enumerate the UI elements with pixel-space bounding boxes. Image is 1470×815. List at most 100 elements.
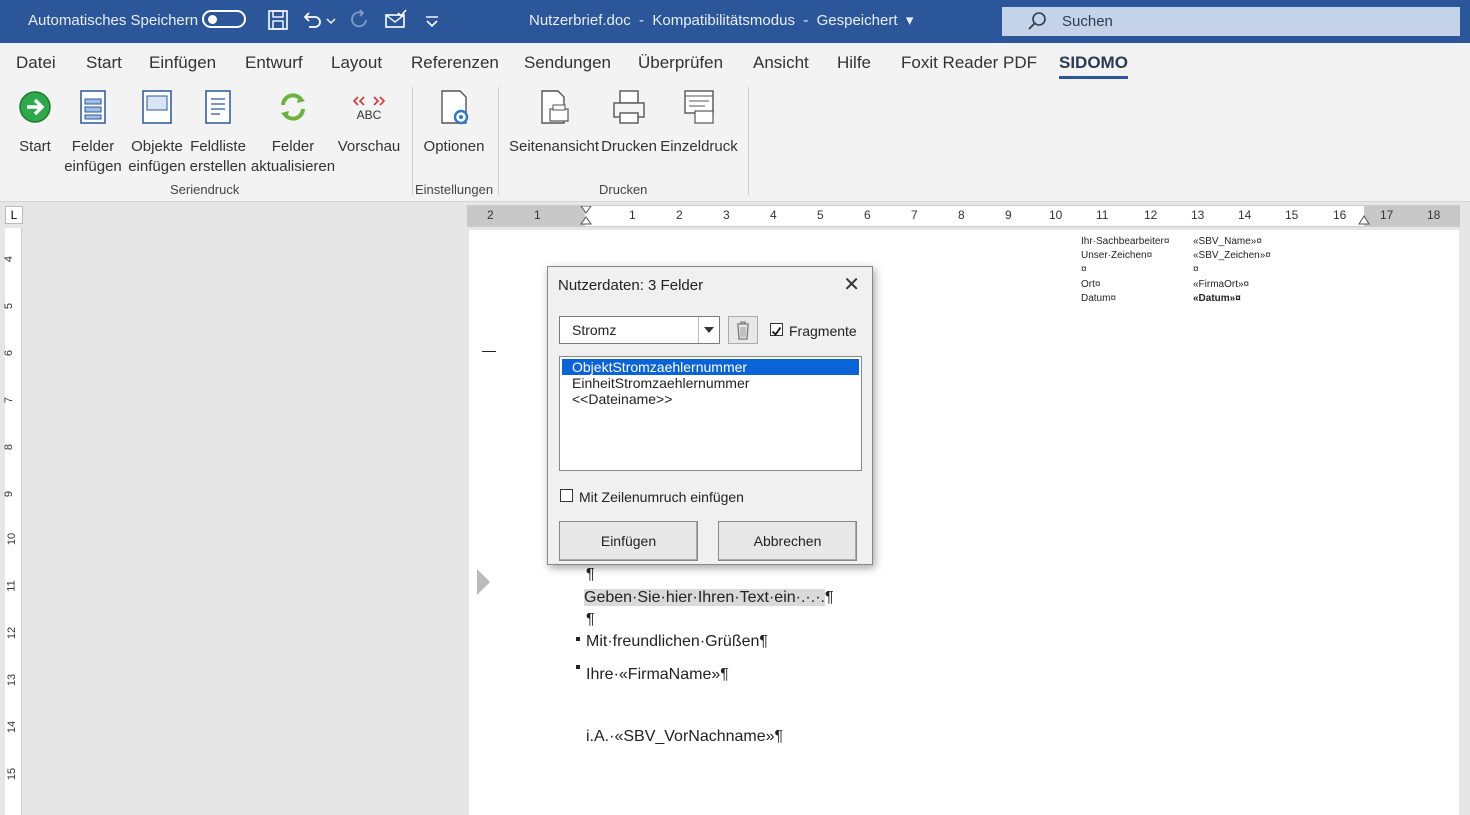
ruler-label: 16 (1333, 208, 1347, 222)
redo-icon[interactable] (348, 8, 372, 32)
header-key: Unser·Zeichen¤ (1081, 250, 1153, 261)
paragraph-mark[interactable]: ¶ (586, 611, 595, 629)
refresh-icon (281, 93, 305, 121)
text-placeholder[interactable]: Geben·Sie·hier·Ihren·Text·ein·.·.·. (584, 589, 825, 606)
felder-aktualisieren-button[interactable]: Felder aktualisieren (250, 87, 336, 177)
cancel-button[interactable]: Abbrechen (718, 521, 857, 561)
ruler-margin-right (1364, 206, 1460, 226)
ruler-label: 9 (1005, 208, 1012, 222)
group-label-drucken: Drucken (599, 182, 648, 197)
right-indent-marker-icon[interactable] (1357, 212, 1371, 226)
tab-selector[interactable]: L (5, 206, 23, 224)
field-list[interactable]: ObjektStromzaehlernummer EinheitStromzae… (559, 356, 862, 471)
list-item[interactable]: EinheitStromzaehlernummer (562, 375, 859, 391)
header-key: Ihr·Sachbearbeiter¤ (1081, 236, 1170, 247)
vorschau-button[interactable]: ABC Vorschau (336, 87, 402, 157)
nutzerdaten-dialog: Nutzerdaten: 3 Felder ✕ Stromz Fragmente… (547, 266, 873, 565)
vertical-ruler[interactable]: 4 5 6 7 8 9 10 11 12 13 14 15 (3, 228, 22, 815)
ruler-label: 8 (958, 208, 965, 222)
close-icon[interactable]: ✕ (843, 275, 860, 295)
save-icon[interactable] (266, 8, 290, 32)
ruler-label: 15 (1285, 208, 1299, 222)
fold-mark (482, 351, 496, 352)
svg-text:ABC: ABC (357, 108, 382, 122)
objekte-einfuegen-button[interactable]: Objekte einfügen (126, 87, 188, 177)
tab-sendungen[interactable]: Sendungen (524, 53, 611, 73)
ruler-label: 15 (6, 767, 19, 781)
insert-fields-icon (80, 90, 106, 124)
ruler-label: 4 (770, 208, 777, 222)
header-key: Datum¤ (1081, 293, 1117, 304)
tab-start[interactable]: Start (86, 53, 122, 73)
tab-hilfe[interactable]: Hilfe (837, 53, 871, 73)
tab-sidomo[interactable]: SIDOMO (1059, 53, 1128, 79)
search-icon (1028, 12, 1046, 30)
linebreak-checkbox[interactable] (560, 489, 573, 502)
insert-button[interactable]: Einfügen (559, 521, 698, 561)
group-separator (748, 87, 749, 195)
combo-value: Stromz (572, 322, 617, 338)
einzeldruck-button[interactable]: Einzeldruck (658, 87, 740, 157)
indent-marker-icon[interactable] (579, 206, 593, 230)
tab-ueberpruefen[interactable]: Überprüfen (638, 53, 723, 73)
ruler-label: 13 (1191, 208, 1205, 222)
start-arrow-icon (19, 91, 51, 123)
start-button[interactable]: Start (10, 87, 60, 157)
search-box[interactable]: Suchen (1002, 7, 1460, 36)
page-view-icon (541, 90, 569, 124)
undo-icon[interactable] (300, 8, 324, 32)
customize-toolbar-icon[interactable] (420, 8, 444, 32)
optionen-button[interactable]: Optionen (418, 87, 490, 157)
list-item[interactable]: <<Dateiname>> (562, 391, 859, 407)
delete-button[interactable] (728, 316, 758, 344)
seitenansicht-button[interactable]: Seitenansicht (508, 87, 600, 157)
field-filter-combo[interactable]: Stromz (559, 316, 720, 344)
header-value: ¤ (1193, 264, 1199, 275)
tab-entwurf[interactable]: Entwurf (245, 53, 303, 73)
tab-referenzen[interactable]: Referenzen (411, 53, 499, 73)
field-list-icon (205, 90, 231, 124)
ruler-label: 14 (6, 720, 19, 734)
tab-foxit[interactable]: Foxit Reader PDF (901, 53, 1037, 73)
text-placeholder-line[interactable]: Geben·Sie·hier·Ihren·Text·ein·.·.·.¶ (584, 589, 834, 607)
undo-dropdown-icon[interactable] (324, 8, 338, 32)
document-title[interactable]: Nutzerbrief.doc - Kompatibilitätsmodus -… (529, 11, 913, 29)
autosave-toggle[interactable] (202, 10, 246, 28)
ribbon: Start Felder einfügen Objekte einfügen F… (0, 83, 1470, 202)
tab-datei[interactable]: Datei (16, 53, 56, 73)
ruler-margin-left (467, 206, 585, 226)
group-label-einstellungen: Einstellungen (415, 182, 494, 197)
paragraph-mark[interactable]: ¶ (586, 566, 595, 584)
section-collapse-icon[interactable] (476, 568, 492, 596)
ruler-label: 1 (534, 208, 541, 222)
header-value: «FirmaOrt»¤ (1193, 279, 1250, 290)
ruler-label: 6 (864, 208, 871, 222)
signature-line[interactable]: i.A.·«SBV_VorNachname»¶ (586, 728, 783, 746)
company-line[interactable]: Ihre·«FirmaName»¶ (586, 666, 729, 684)
chevron-down-icon[interactable] (698, 317, 719, 343)
header-value: «SBV_Zeichen»¤ (1193, 250, 1271, 261)
closing-line[interactable]: Mit·freundlichen·Grüßen¶ (586, 633, 768, 651)
ruler-label: 1 (629, 208, 636, 222)
trash-icon (737, 321, 749, 340)
ruler-label: 14 (1238, 208, 1252, 222)
tab-layout[interactable]: Layout (331, 53, 382, 73)
ruler-label: 18 (1427, 208, 1441, 222)
header-value: «Datum»¤ (1193, 293, 1241, 304)
preview-abc-icon: ABC (352, 96, 386, 122)
ruler-label: 12 (6, 626, 19, 640)
felder-einfuegen-button[interactable]: Felder einfügen (62, 87, 124, 177)
feldliste-erstellen-button[interactable]: Feldliste erstellen (188, 87, 248, 177)
mail-check-icon[interactable] (384, 8, 408, 32)
ruler-label: 11 (1096, 208, 1109, 222)
ruler-label: 11 (5, 580, 18, 592)
horizontal-ruler[interactable]: 2 1 1 2 3 4 5 6 7 8 9 10 11 12 13 14 15 … (467, 205, 1460, 227)
drucken-button[interactable]: Drucken (600, 87, 658, 157)
list-item[interactable]: ObjektStromzaehlernummer (562, 359, 859, 375)
fragments-checkbox[interactable] (770, 323, 783, 336)
dialog-title: Nutzerdaten: 3 Felder (558, 277, 704, 294)
tab-ansicht[interactable]: Ansicht (753, 53, 809, 73)
tab-einfuegen[interactable]: Einfügen (149, 53, 216, 73)
paragraph-bullet (576, 665, 580, 669)
ruler-label: 6 (3, 349, 16, 357)
